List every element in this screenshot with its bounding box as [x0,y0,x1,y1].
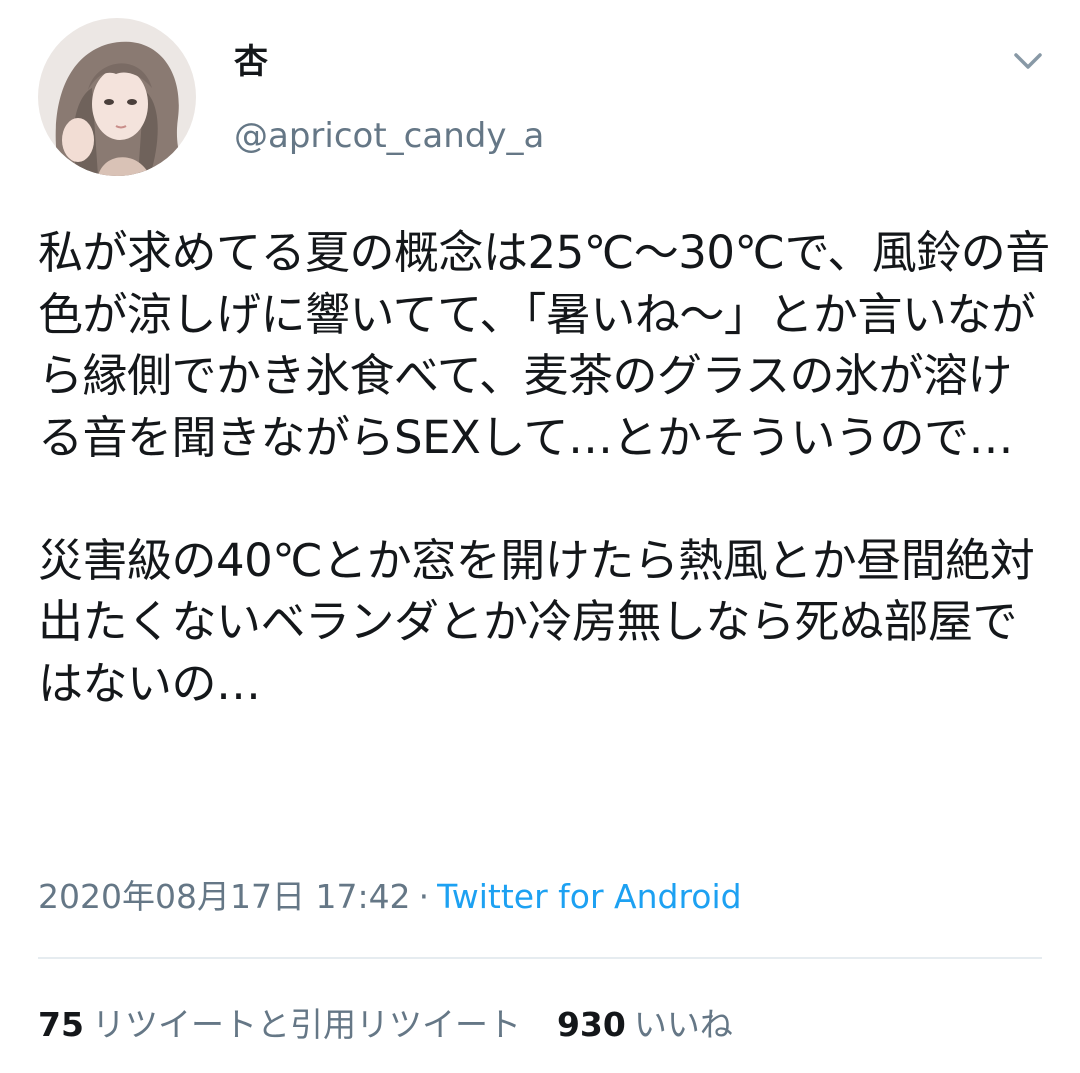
tweet-text: 私が求めてる夏の概念は25℃〜30℃で、風鈴の音色が涼しげに響いてて、「暑いね〜… [38,226,1050,710]
author-display-name[interactable]: 杏 [234,40,268,84]
tweet-timestamp[interactable]: 2020年08月17日 17:42 [38,877,411,916]
retweets-stat[interactable]: 75 リツイートと引用リツイート [38,1003,521,1047]
likes-stat[interactable]: 930 いいね [557,1003,733,1047]
tweet-source-link[interactable]: Twitter for Android [437,877,742,916]
meta-separator: · [418,877,430,916]
likes-count: 930 [556,1005,626,1044]
retweets-label: リツイートと引用リツイート [91,1005,521,1044]
divider [38,957,1042,959]
author-handle[interactable]: @apricot_candy_a [234,114,544,158]
likes-label: いいね [633,1005,733,1044]
tweet-meta: 2020年08月17日 17:42 · Twitter for Android [38,875,742,919]
chevron-down-icon[interactable] [1008,46,1048,76]
retweets-count: 75 [38,1005,84,1044]
avatar[interactable] [38,18,196,176]
tweet-stats: 75 リツイートと引用リツイート 930 いいね [38,1003,733,1047]
